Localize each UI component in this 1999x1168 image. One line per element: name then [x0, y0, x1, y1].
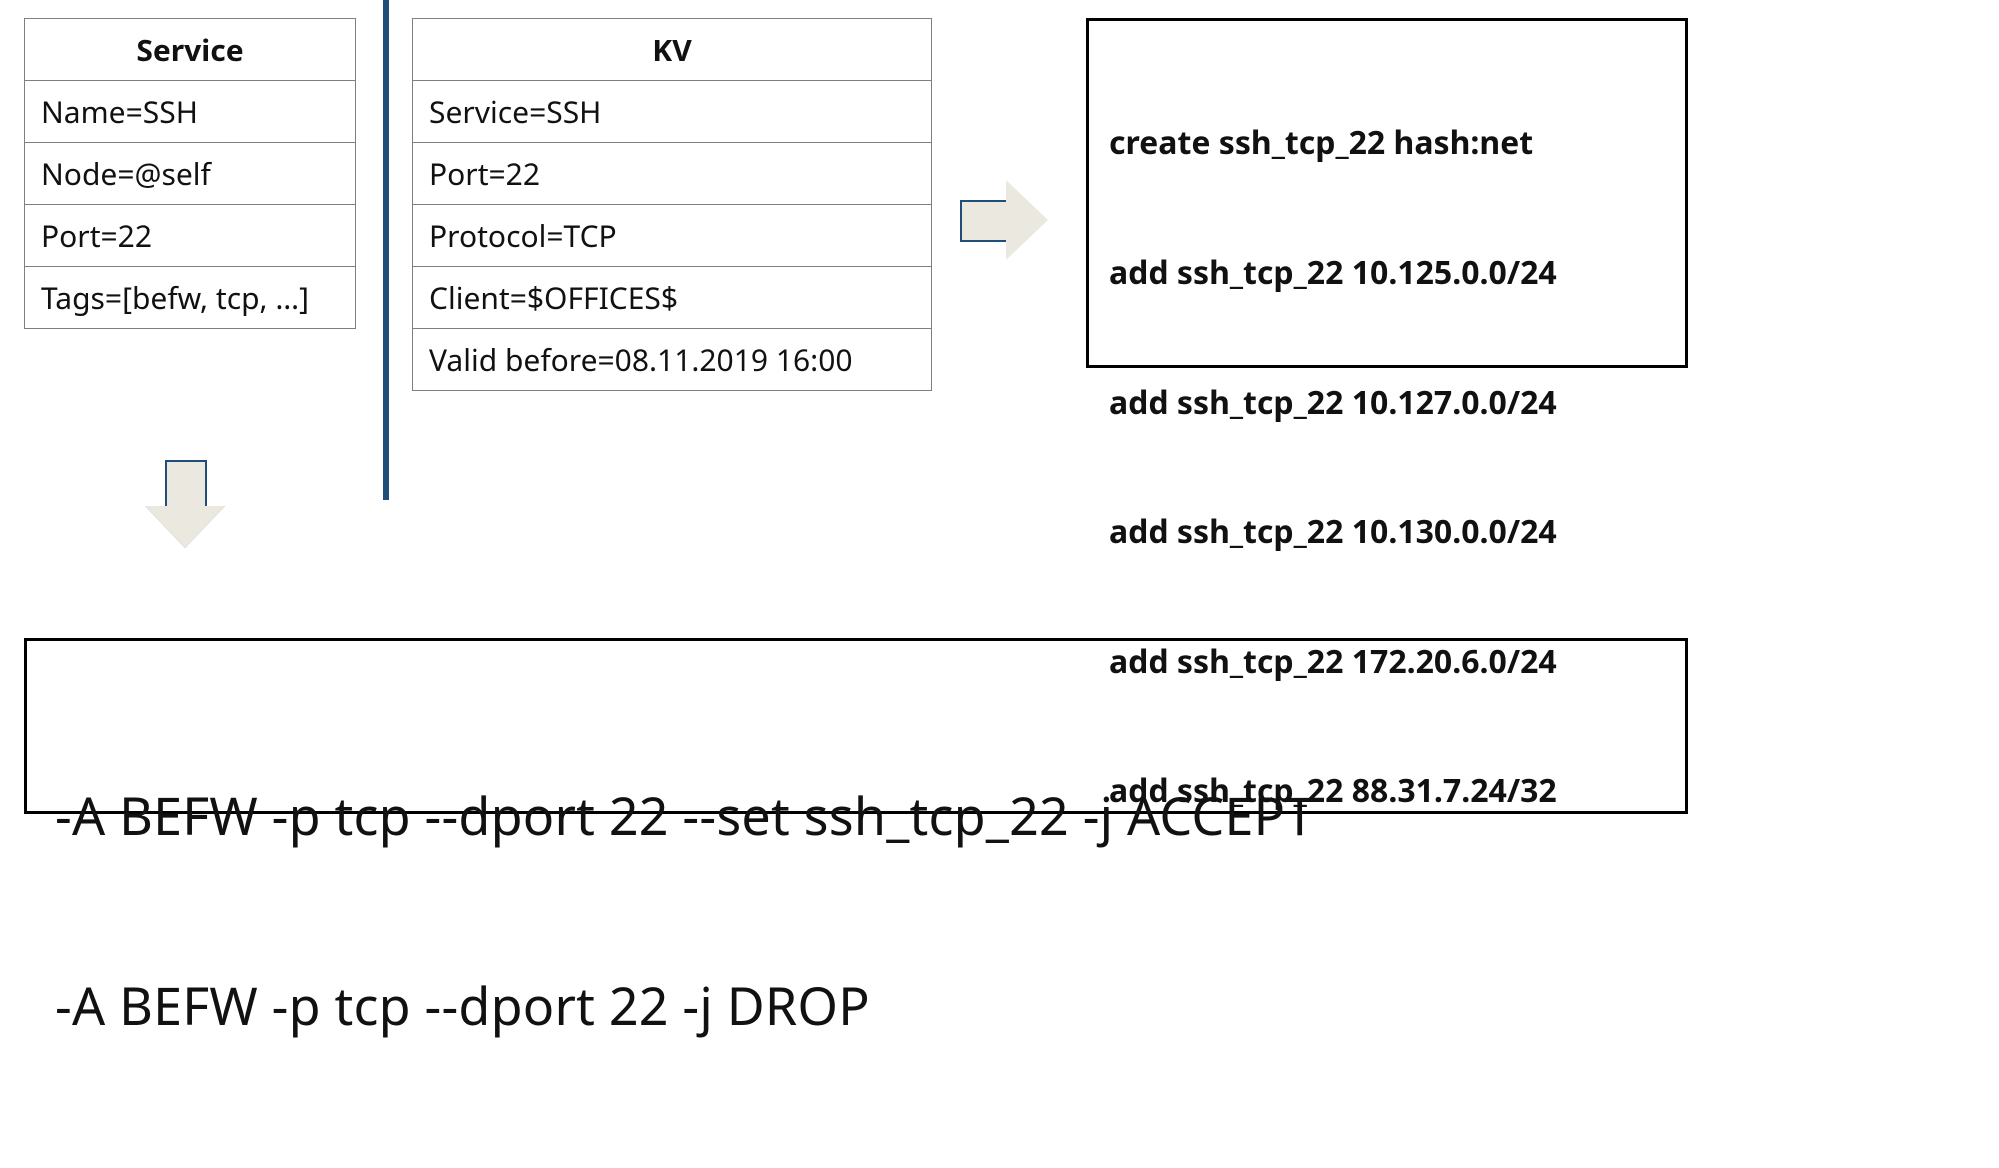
kv-table: KV Service=SSH Port=22 Protocol=TCP Clie…: [412, 18, 932, 391]
vertical-divider: [383, 0, 389, 500]
service-row: Node=@self: [25, 143, 356, 205]
ipset-line: create ssh_tcp_22 hash:net: [1109, 121, 1665, 164]
ipset-line: add ssh_tcp_22 10.127.0.0/24: [1109, 381, 1665, 424]
kv-table-header: KV: [413, 19, 932, 81]
iptables-line: -A BEFW -p tcp --dport 22 -j DROP: [55, 974, 1657, 1037]
ipset-line: add ssh_tcp_22 10.125.0.0/24: [1109, 251, 1665, 294]
kv-row: Protocol=TCP: [413, 205, 932, 267]
ipset-output-box: create ssh_tcp_22 hash:net add ssh_tcp_2…: [1086, 18, 1688, 368]
kv-row: Client=$OFFICES$: [413, 267, 932, 329]
service-table: Service Name=SSH Node=@self Port=22 Tags…: [24, 18, 356, 329]
kv-row: Service=SSH: [413, 81, 932, 143]
kv-row: Port=22: [413, 143, 932, 205]
iptables-rules-box: -A BEFW -p tcp --dport 22 --set ssh_tcp_…: [24, 638, 1688, 814]
service-row: Tags=[befw, tcp, …]: [25, 267, 356, 329]
service-table-header: Service: [25, 19, 356, 81]
service-row: Port=22: [25, 205, 356, 267]
kv-row: Valid before=08.11.2019 16:00: [413, 329, 932, 391]
ipset-line: add ssh_tcp_22 10.130.0.0/24: [1109, 510, 1665, 553]
service-row: Name=SSH: [25, 81, 356, 143]
